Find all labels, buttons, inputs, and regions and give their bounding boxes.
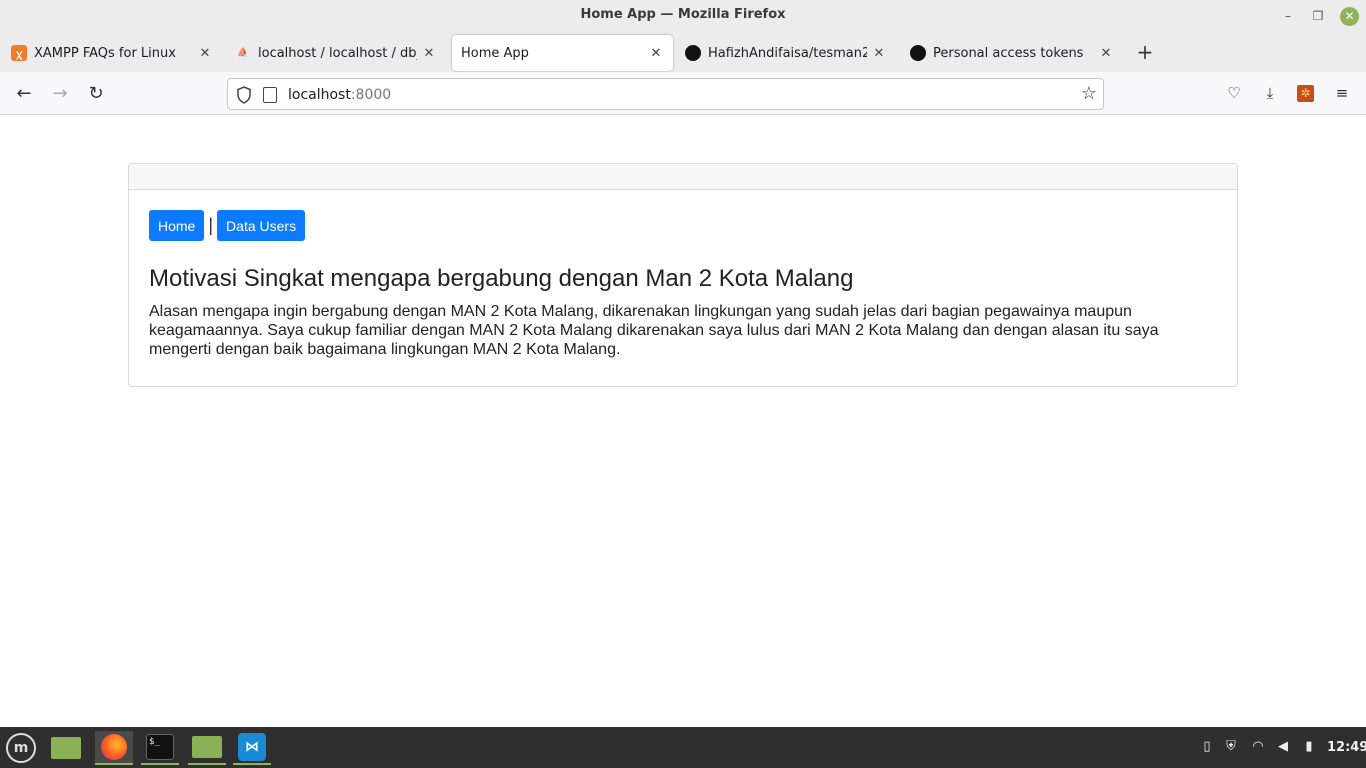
battery-icon[interactable]: ▮ [1301, 739, 1317, 755]
linux-mint-menu-icon: m [6, 733, 36, 763]
taskbar-files[interactable] [188, 731, 226, 765]
card-header [129, 164, 1237, 190]
tracking-protection-shield-icon[interactable] [236, 86, 252, 104]
tab-close-icon[interactable]: ✕ [421, 46, 437, 61]
extension-icon[interactable]: ✲ [1297, 85, 1314, 102]
window-title: Home App — Mozilla Firefox [580, 7, 786, 22]
tab-bar: ꭓ XAMPP FAQs for Linux ✕ ⛵ localhost / l… [0, 32, 1366, 72]
tab-close-icon[interactable]: ✕ [648, 46, 664, 61]
pocket-icon[interactable]: ♡ [1223, 82, 1245, 104]
taskbar-firefox[interactable] [95, 731, 133, 765]
hamburger-menu-icon[interactable]: ≡ [1331, 82, 1353, 104]
firefox-icon [101, 734, 127, 760]
nav-separator: | [208, 215, 214, 235]
xampp-icon: ꭓ [11, 45, 27, 61]
downloads-icon[interactable]: ⤓ [1259, 82, 1281, 104]
page-heading: Motivasi Singkat mengapa bergabung denga… [149, 265, 854, 292]
taskbar-files-launcher[interactable] [48, 731, 84, 765]
tab-label: Personal access tokens [933, 45, 1084, 61]
tab-phpmyadmin[interactable]: ⛵ localhost / localhost / db_m ✕ [226, 35, 446, 71]
volume-icon[interactable]: ◀ [1275, 739, 1291, 755]
back-button[interactable]: ← [12, 82, 36, 106]
card-body: Home | Data Users Motivasi Singkat menga… [129, 190, 1237, 379]
navigation-toolbar: ← → ↻ localhost:8000 ☆ ♡ ⤓ ✲ ≡ [0, 72, 1366, 115]
tab-github-repo[interactable]: HafizhAndifaisa/tesman2ko ✕ [676, 35, 896, 71]
tab-close-icon[interactable]: ✕ [197, 46, 213, 61]
tab-xampp-faqs[interactable]: ꭓ XAMPP FAQs for Linux ✕ [2, 35, 222, 71]
github-icon [910, 45, 926, 61]
close-window-button[interactable]: ✕ [1340, 7, 1359, 26]
taskbar-terminal[interactable]: $_ [141, 731, 179, 765]
page-nav-links: Home | Data Users [149, 210, 1217, 241]
github-icon [685, 45, 701, 61]
url-text[interactable]: localhost:8000 [288, 87, 391, 103]
new-tab-button[interactable]: + [1135, 40, 1155, 64]
page-paragraph: Alasan mengapa ingin bergabung dengan MA… [149, 303, 1159, 358]
start-menu-button[interactable]: m [3, 731, 39, 765]
bookmark-star-icon[interactable]: ☆ [1081, 83, 1097, 104]
url-host: localhost [288, 87, 351, 103]
tab-label: XAMPP FAQs for Linux [34, 45, 176, 61]
url-port: :8000 [350, 87, 392, 103]
taskbar: m $_ ⋈ ▯ ⛨ ◠ ◀ ▮ 12:49 [0, 727, 1366, 768]
tab-home-app[interactable]: Home App ✕ [452, 35, 673, 71]
clipboard-icon[interactable]: ▯ [1199, 739, 1215, 755]
phpmyadmin-icon: ⛵ [237, 48, 249, 58]
window-titlebar: Home App — Mozilla Firefox – ❐ ✕ [0, 0, 1366, 32]
clock[interactable]: 12:49 [1327, 740, 1366, 755]
vscode-icon: ⋈ [238, 733, 266, 761]
taskbar-vscode[interactable]: ⋈ [233, 731, 271, 765]
content-card: Home | Data Users Motivasi Singkat menga… [128, 163, 1238, 387]
reload-button[interactable]: ↻ [84, 82, 108, 106]
terminal-icon: $_ [146, 734, 174, 760]
data-users-button[interactable]: Data Users [217, 210, 306, 241]
tab-close-icon[interactable]: ✕ [871, 46, 887, 61]
minimize-button[interactable]: – [1279, 7, 1297, 25]
files-icon [51, 737, 81, 759]
forward-button[interactable]: → [48, 82, 72, 106]
shield-update-icon[interactable]: ⛨ [1223, 739, 1239, 755]
tab-personal-access-tokens[interactable]: Personal access tokens ✕ [901, 35, 1123, 71]
maximize-button[interactable]: ❐ [1309, 7, 1327, 25]
tab-label: HafizhAndifaisa/tesman2ko [708, 45, 867, 61]
tab-label: Home App [461, 45, 529, 61]
home-button[interactable]: Home [149, 210, 205, 241]
address-bar[interactable]: localhost:8000 ☆ [227, 78, 1104, 110]
page-info-icon[interactable] [263, 87, 277, 103]
tab-label: localhost / localhost / db_m [258, 45, 417, 61]
tab-close-icon[interactable]: ✕ [1098, 46, 1114, 61]
files-icon [192, 736, 222, 758]
wifi-icon[interactable]: ◠ [1250, 739, 1266, 755]
